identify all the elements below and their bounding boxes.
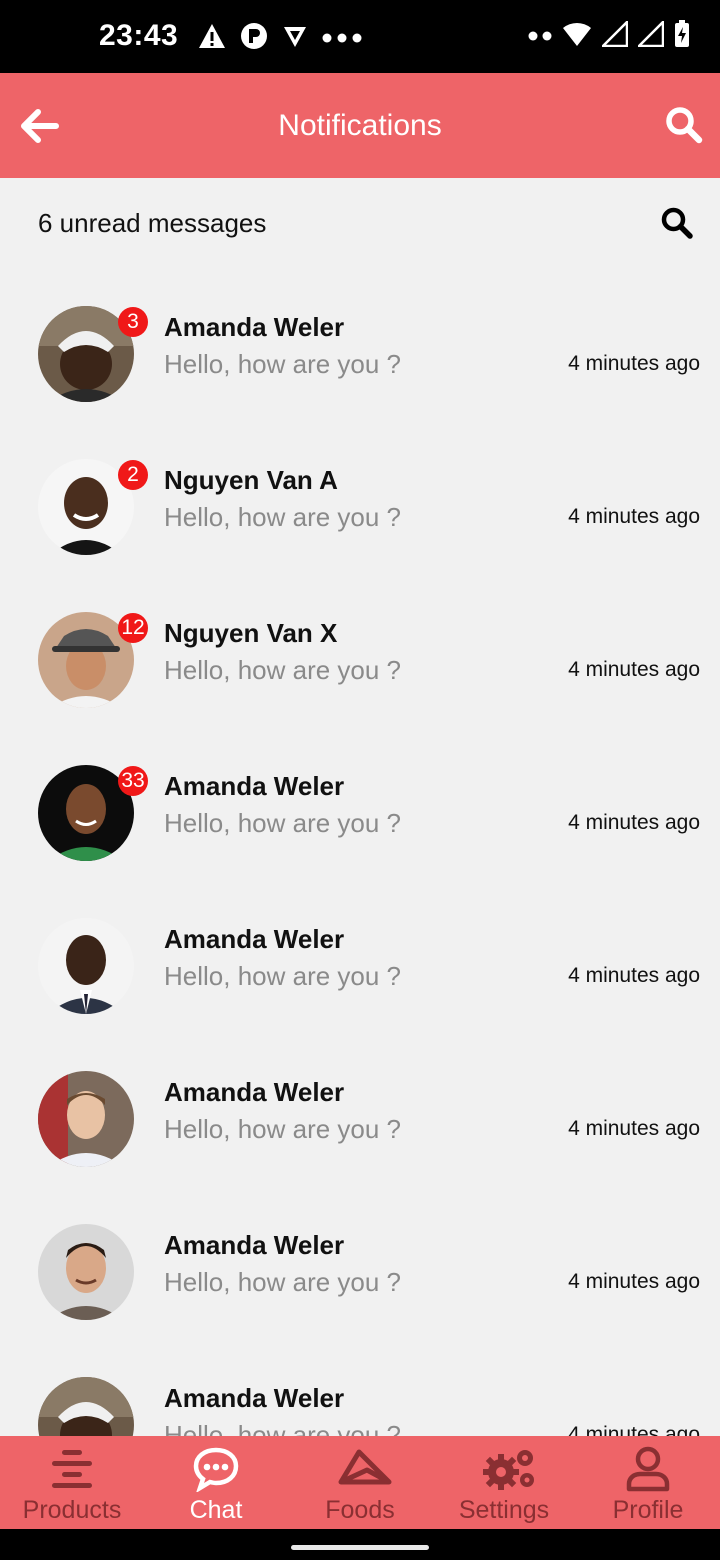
list-item[interactable]: 33 Amanda Weler Hello, how are you ? 4 m…	[0, 729, 720, 882]
contact-name: Amanda Weler	[164, 771, 345, 801]
home-indicator[interactable]	[291, 1545, 429, 1550]
list-item[interactable]: Amanda Weler Hello, how are you ? 4 minu…	[0, 1035, 720, 1188]
avatar	[38, 1377, 134, 1436]
search-icon	[664, 107, 704, 149]
message-time: 4 minutes ago	[568, 1117, 700, 1140]
message-preview: Hello, how are you ?	[164, 961, 402, 991]
search-button[interactable]	[664, 105, 704, 145]
signal-icon	[635, 18, 665, 52]
more-dots-icon	[528, 28, 552, 46]
message-preview: Hello, how are you ?	[164, 1267, 402, 1297]
signal-icon	[599, 18, 629, 52]
battery-icon	[674, 20, 690, 53]
message-preview: Hello, how are you ?	[164, 1420, 402, 1436]
nav-label: Settings	[458, 1496, 550, 1524]
gears-icon	[481, 1446, 534, 1492]
list-item[interactable]: Amanda Weler Hello, how are you ? 4 minu…	[0, 1188, 720, 1341]
search-icon	[660, 207, 694, 244]
message-preview: Hello, how are you ?	[164, 349, 402, 379]
unread-header: 6 unread messages	[0, 178, 720, 270]
system-navigation-bar	[0, 1529, 720, 1560]
unread-badge: 33	[118, 766, 148, 796]
wifi-icon	[562, 21, 592, 52]
nav-label: Chat	[189, 1496, 243, 1524]
message-time: 4 minutes ago	[568, 352, 700, 375]
contact-name: Amanda Weler	[164, 1383, 345, 1413]
message-time: 4 minutes ago	[568, 1270, 700, 1293]
nav-item-products[interactable]: Products	[0, 1436, 144, 1529]
contact-name: Amanda Weler	[164, 924, 345, 954]
nav-item-chat[interactable]: Chat	[144, 1436, 288, 1529]
nav-label: Foods	[325, 1496, 395, 1524]
status-time: 23:43	[99, 19, 179, 52]
warning-icon	[198, 23, 226, 54]
message-time: 4 minutes ago	[568, 505, 700, 528]
contact-name: Amanda Weler	[164, 1077, 345, 1107]
list-item[interactable]: Amanda Weler Hello, how are you ? 4 minu…	[0, 882, 720, 1035]
shield-icon	[282, 23, 308, 54]
nav-item-settings[interactable]: Settings	[432, 1436, 576, 1529]
list-item[interactable]: 12 Nguyen Van X Hello, how are you ? 4 m…	[0, 576, 720, 729]
message-preview: Hello, how are you ?	[164, 808, 402, 838]
list-item[interactable]: 3 Amanda Weler Hello, how are you ? 4 mi…	[0, 270, 720, 423]
message-time: 4 minutes ago	[568, 811, 700, 834]
status-right-icons	[528, 18, 690, 53]
message-preview: Hello, how are you ?	[164, 1114, 402, 1144]
message-list[interactable]: 3 Amanda Weler Hello, how are you ? 4 mi…	[0, 270, 720, 1436]
message-preview: Hello, how are you ?	[164, 502, 402, 532]
unread-badge: 3	[118, 307, 148, 337]
app-bar: Notifications	[0, 73, 720, 178]
message-preview: Hello, how are you ?	[164, 655, 402, 685]
message-time: 4 minutes ago	[568, 1423, 700, 1436]
unread-count-text: 6 unread messages	[38, 208, 267, 238]
foods-icon	[337, 1446, 392, 1492]
menu-lines-icon	[49, 1446, 95, 1492]
chat-bubble-icon	[193, 1446, 239, 1494]
person-icon	[625, 1446, 671, 1492]
app-screen: 23:43 Notifications 6 unread messages 3 …	[0, 0, 720, 1560]
avatar	[38, 1071, 134, 1167]
nav-label: Products	[22, 1496, 122, 1524]
avatar	[38, 918, 134, 1014]
unread-badge: 12	[118, 613, 148, 643]
p-icon	[240, 22, 268, 55]
contact-name: Amanda Weler	[164, 1230, 345, 1260]
search-messages-button[interactable]	[660, 206, 694, 240]
status-bar: 23:43	[0, 0, 720, 73]
message-time: 4 minutes ago	[568, 964, 700, 987]
status-left-icons	[198, 22, 362, 55]
nav-item-foods[interactable]: Foods	[288, 1436, 432, 1529]
nav-item-profile[interactable]: Profile	[576, 1436, 720, 1529]
contact-name: Nguyen Van A	[164, 465, 338, 495]
bottom-navigation: Products Chat Foods Settings Profile	[0, 1436, 720, 1529]
nav-label: Profile	[612, 1496, 684, 1524]
contact-name: Amanda Weler	[164, 312, 345, 342]
avatar	[38, 1224, 134, 1320]
unread-badge: 2	[118, 460, 148, 490]
list-item[interactable]: 2 Nguyen Van A Hello, how are you ? 4 mi…	[0, 423, 720, 576]
list-item[interactable]: Amanda Weler Hello, how are you ? 4 minu…	[0, 1341, 720, 1436]
more-dots-icon	[322, 30, 362, 48]
contact-name: Nguyen Van X	[164, 618, 338, 648]
page-title: Notifications	[278, 109, 442, 142]
message-time: 4 minutes ago	[568, 658, 700, 681]
